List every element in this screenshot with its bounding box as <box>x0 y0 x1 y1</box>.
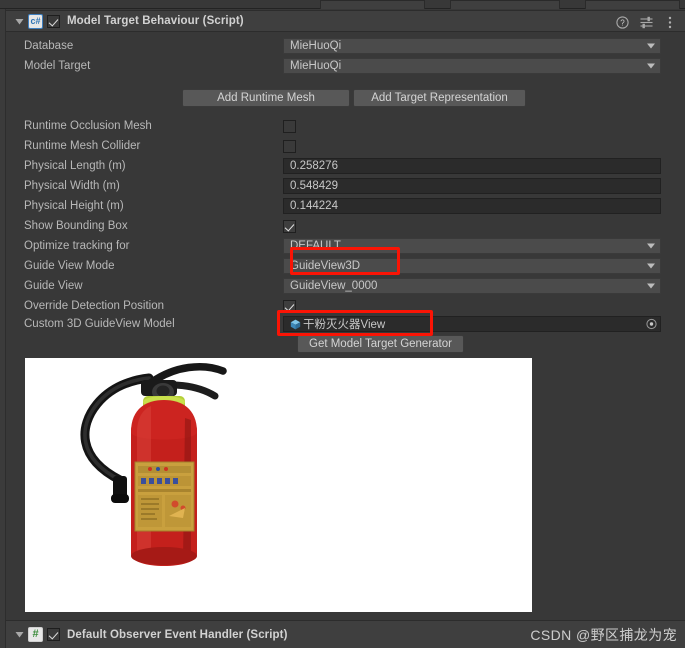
chevron-down-icon <box>647 243 655 249</box>
override-detection-position-checkbox[interactable] <box>283 299 296 313</box>
chevron-down-icon <box>647 43 655 49</box>
guide-view-mode-value: GuideView3D <box>290 260 361 272</box>
property-row-show-bounding-box: Show Bounding Box <box>6 216 685 236</box>
hash-script-icon: # <box>28 627 43 642</box>
chevron-down-icon <box>647 283 655 289</box>
csharp-script-icon: c# <box>28 13 43 29</box>
property-label: Database <box>24 40 74 52</box>
optimize-tracking-for-dropdown[interactable]: DEFAULT <box>283 238 661 254</box>
physical-length-value: 0.258276 <box>290 160 338 172</box>
property-row-guide-view-mode: Guide View Mode GuideView3D <box>6 256 685 276</box>
property-row-physical-height: Physical Height (m) 0.144224 <box>6 196 685 216</box>
watermark-text: CSDN @野区捕龙为宠 <box>530 627 677 643</box>
chevron-down-icon <box>647 63 655 69</box>
property-label: Runtime Mesh Collider <box>24 140 141 152</box>
property-label: Custom 3D GuideView Model <box>24 318 175 330</box>
property-row-physical-length: Physical Length (m) 0.258276 <box>6 156 685 176</box>
component-header-tools: ? <box>615 11 677 33</box>
property-row-custom-3d-guideview-model: Custom 3D GuideView Model 干粉灭火器View <box>6 314 685 334</box>
property-row-runtime-occlusion-mesh: Runtime Occlusion Mesh <box>6 116 685 136</box>
physical-height-input[interactable]: 0.144224 <box>283 198 661 214</box>
svg-text:?: ? <box>620 18 625 27</box>
preset-icon[interactable] <box>639 15 653 29</box>
component-enable-checkbox[interactable] <box>47 628 60 641</box>
property-label: Override Detection Position <box>24 300 164 312</box>
clipped-field-b <box>450 0 560 9</box>
property-row-override-detection-position: Override Detection Position <box>6 296 685 316</box>
database-dropdown[interactable]: MieHuoQi <box>283 38 661 54</box>
add-target-representation-button[interactable]: Add Target Representation <box>353 89 526 107</box>
component-title: Model Target Behaviour (Script) <box>67 15 244 27</box>
custom-3d-guideview-model-objectfield[interactable]: 干粉灭火器View <box>283 316 661 332</box>
property-label: Optimize tracking for <box>24 240 130 252</box>
clipped-field-a <box>320 0 425 9</box>
fire-extinguisher-render <box>25 358 532 612</box>
physical-height-value: 0.144224 <box>290 200 338 212</box>
runtime-mesh-collider-checkbox[interactable] <box>283 139 296 153</box>
show-bounding-box-checkbox[interactable] <box>283 219 296 233</box>
runtime-occlusion-mesh-checkbox[interactable] <box>283 119 296 133</box>
property-label: Show Bounding Box <box>24 220 128 232</box>
property-label: Physical Width (m) <box>24 180 120 192</box>
prefab-cube-icon <box>290 319 301 330</box>
physical-width-input[interactable]: 0.548429 <box>283 178 661 194</box>
component-title: Default Observer Event Handler (Script) <box>67 628 288 641</box>
component-header-model-target-behaviour[interactable]: c# Model Target Behaviour (Script) ? <box>6 10 685 32</box>
property-label: Physical Length (m) <box>24 160 126 172</box>
property-label: Model Target <box>24 60 91 72</box>
property-row-optimize-tracking-for: Optimize tracking for DEFAULT <box>6 236 685 256</box>
add-runtime-mesh-button[interactable]: Add Runtime Mesh <box>182 89 350 107</box>
model-target-dropdown[interactable]: MieHuoQi <box>283 58 661 74</box>
property-row-runtime-mesh-collider: Runtime Mesh Collider <box>6 136 685 156</box>
model-target-value: MieHuoQi <box>290 60 342 72</box>
property-label: Physical Height (m) <box>24 200 124 212</box>
property-label: Runtime Occlusion Mesh <box>24 120 152 132</box>
component-enable-checkbox[interactable] <box>47 14 60 28</box>
clipped-toolbar-strip <box>0 0 685 9</box>
unity-inspector-panel: c# Model Target Behaviour (Script) ? Dat… <box>0 0 685 648</box>
property-row-guide-view: Guide View GuideView_0000 <box>6 276 685 296</box>
property-row-database: Database MieHuoQi <box>6 36 685 56</box>
foldout-arrow-icon[interactable] <box>11 630 27 639</box>
guide-view-dropdown[interactable]: GuideView_0000 <box>283 278 661 294</box>
guide-view-mode-dropdown[interactable]: GuideView3D <box>283 258 661 274</box>
database-value: MieHuoQi <box>290 40 342 52</box>
chevron-down-icon <box>647 263 655 269</box>
physical-length-input[interactable]: 0.258276 <box>283 158 661 174</box>
property-label: Guide View <box>24 280 83 292</box>
help-icon[interactable]: ? <box>615 15 629 29</box>
model-preview[interactable] <box>25 358 532 612</box>
foldout-arrow-icon[interactable] <box>11 17 27 26</box>
get-model-target-generator-button[interactable]: Get Model Target Generator <box>297 335 464 353</box>
optimize-tracking-for-value: DEFAULT <box>290 240 341 252</box>
more-menu-icon[interactable] <box>663 15 677 29</box>
property-label: Guide View Mode <box>24 260 115 272</box>
custom-3d-guideview-model-value: 干粉灭火器View <box>303 319 386 331</box>
property-row-model-target: Model Target MieHuoQi <box>6 56 685 76</box>
property-row-physical-width: Physical Width (m) 0.548429 <box>6 176 685 196</box>
clipped-field-c <box>585 0 680 9</box>
guide-view-value: GuideView_0000 <box>290 280 378 292</box>
object-picker-icon[interactable] <box>645 318 658 331</box>
physical-width-value: 0.548429 <box>290 180 338 192</box>
